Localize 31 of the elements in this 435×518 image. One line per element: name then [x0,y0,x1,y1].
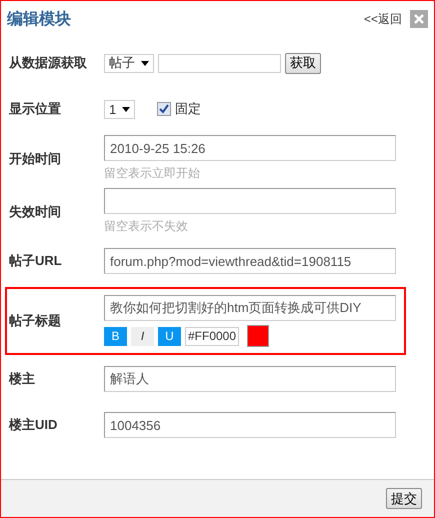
input-field[interactable]: 1004356 [104,412,396,438]
field-label: 失效时间 [9,202,62,220]
field-label: 楼主 [9,370,36,388]
input-field[interactable]: 解语人 [104,366,396,392]
checkbox[interactable] [157,102,172,116]
input-field[interactable] [158,54,281,72]
window-title: 编辑模块 [7,9,72,30]
input-field[interactable] [104,188,396,214]
field-label: 从数据源获取 [9,54,88,72]
field-label: 显示位置 [9,100,62,118]
position-select[interactable]: 1 [104,100,136,118]
caret-icon [141,60,149,66]
color-code-field[interactable]: #FF0000 [185,326,240,346]
input-field[interactable]: 2010-9-25 15:26 [104,135,396,161]
fetch-button[interactable]: 获取 [285,52,321,74]
source-select[interactable]: 帖子 [104,54,154,72]
close-icon[interactable] [410,10,428,28]
hint-text: 留空表示不失效 [104,218,189,235]
back-link[interactable]: <<返回 [364,10,402,28]
submit-button[interactable]: 提交 [386,488,422,509]
field-label: 开始时间 [9,150,62,168]
input-field[interactable]: 教你如何把切割好的htm页面转换成可供DIY [104,295,396,321]
field-label: 帖子URL [9,252,63,270]
format-button[interactable]: I [131,326,154,346]
checkbox-label: 固定 [175,100,202,118]
caret-icon [122,106,130,112]
hint-text: 留空表示立即开始 [104,165,201,182]
color-swatch[interactable] [247,325,270,347]
input-field[interactable]: forum.php?mod=viewthread&tid=1908115 [104,248,396,274]
field-label: 帖子标题 [9,312,62,330]
field-label: 楼主UID [9,416,58,434]
